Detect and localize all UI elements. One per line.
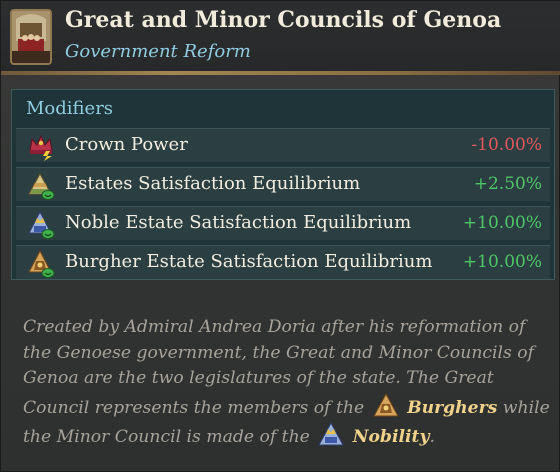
modifier-label: Noble Estate Satisfaction Equilibrium bbox=[65, 212, 412, 233]
modifier-label: Crown Power bbox=[65, 134, 188, 155]
nobility-icon bbox=[26, 209, 56, 239]
modifier-label: Burgher Estate Satisfaction Equilibrium bbox=[65, 251, 433, 272]
modifier-value: +10.00% bbox=[462, 252, 542, 272]
estates-icon bbox=[26, 170, 56, 200]
modifier-row-crown-power: Crown Power -10.00% bbox=[16, 128, 550, 162]
reform-description: Created by Admiral Andrea Doria after hi… bbox=[23, 315, 551, 451]
header-divider bbox=[1, 71, 560, 75]
burghers-icon bbox=[26, 248, 56, 278]
description-text: . bbox=[429, 427, 435, 447]
nobility-icon bbox=[317, 421, 345, 447]
reform-title: Great and Minor Councils of Genoa bbox=[65, 7, 502, 33]
modifier-label: Estates Satisfaction Equilibrium bbox=[65, 173, 361, 194]
burghers-link[interactable]: Burghers bbox=[407, 398, 497, 418]
nobility-link[interactable]: Nobility bbox=[353, 427, 430, 447]
modifiers-heading: Modifiers bbox=[26, 98, 114, 119]
modifier-row-estates-equilibrium: Estates Satisfaction Equilibrium +2.50% bbox=[16, 167, 550, 201]
modifier-value: +2.50% bbox=[473, 174, 542, 194]
modifier-row-burgher-equilibrium: Burgher Estate Satisfaction Equilibrium … bbox=[16, 245, 550, 279]
council-portrait-icon bbox=[10, 9, 52, 65]
crown-power-icon bbox=[26, 131, 56, 161]
modifier-value: -10.00% bbox=[471, 135, 542, 155]
modifier-value: +10.00% bbox=[462, 213, 542, 233]
modifiers-box: Modifiers Crown Power -10.00% Estates Sa… bbox=[11, 89, 555, 280]
modifier-row-noble-equilibrium: Noble Estate Satisfaction Equilibrium +1… bbox=[16, 206, 550, 240]
tooltip-header: Great and Minor Councils of Genoa Govern… bbox=[1, 1, 560, 73]
burghers-icon bbox=[372, 392, 400, 418]
tooltip-panel: Great and Minor Councils of Genoa Govern… bbox=[0, 0, 560, 472]
reform-type: Government Reform bbox=[65, 41, 251, 62]
